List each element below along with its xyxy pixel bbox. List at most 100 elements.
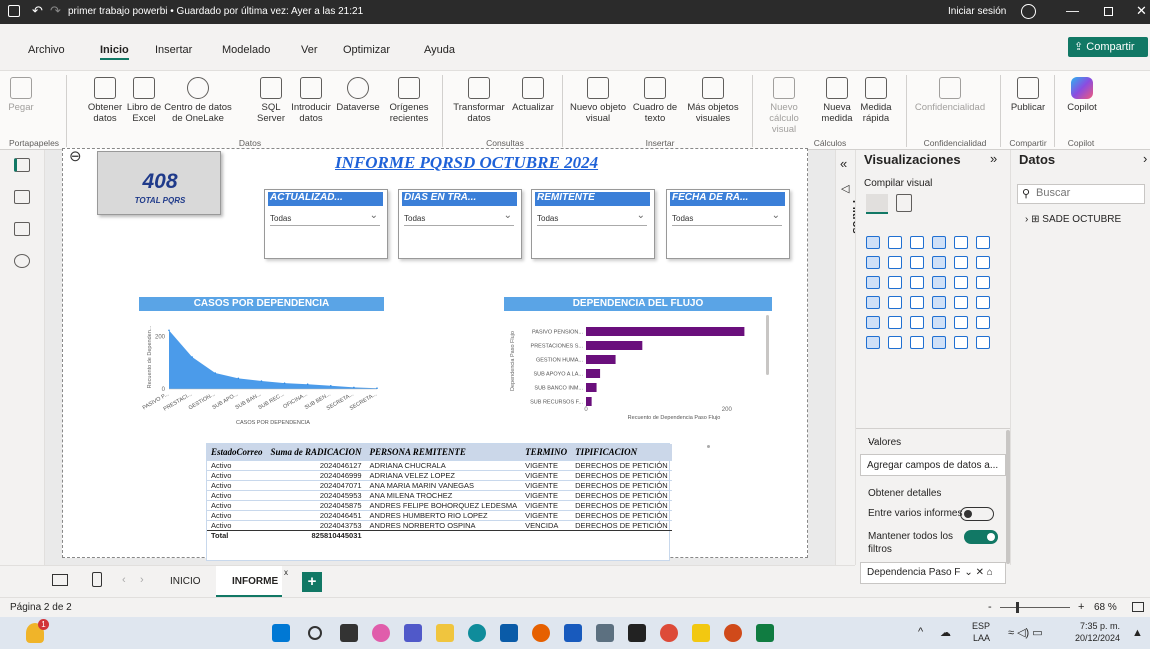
collapse-chevron-icon[interactable]: « [840,156,847,171]
qa-icon[interactable] [866,336,880,349]
slicer-dropdown[interactable]: Todas [537,210,647,226]
slicer-icon[interactable] [976,296,990,309]
table-row[interactable]: Activo 2024046451 ANDRES HUMBERTO RIO LOPE… [207,510,672,521]
table-row[interactable]: Activo 2024043753 ANDRES NORBERTO OSPINA VE… [207,520,672,531]
excel-button[interactable]: Libro de Excel [124,77,164,124]
model-view-icon[interactable] [14,222,30,236]
python-visual-icon[interactable] [932,316,946,329]
table-row[interactable]: Activo 2024045875 ANDRES FELIPE BOHORQUEZ … [207,500,672,511]
dataverse-button[interactable]: Dataverse [333,77,383,113]
copilot-button[interactable]: Copilot [1060,77,1104,113]
column-header[interactable]: TERMINO [521,444,572,461]
slicer-remitente[interactable]: REMITENTE Todas [531,189,655,259]
paste-button[interactable]: Pegar [6,77,36,113]
slicer-actualizado[interactable]: ACTUALIZAD... Todas [264,189,388,259]
keep-filters-toggle[interactable] [964,530,998,544]
restore-button[interactable] [1104,7,1113,16]
add-page-button[interactable]: + [302,572,322,592]
get-data-button[interactable]: Obtener datos [84,77,126,124]
tab-optimizar[interactable]: Optimizar [343,44,390,56]
minimize-button[interactable]: — [1066,3,1079,18]
sql-button[interactable]: SQL Server [256,77,286,124]
cross-report-toggle[interactable] [960,507,994,521]
collapse-chevron-icon[interactable]: › [1143,151,1147,166]
expand-chevron-icon[interactable]: » [990,151,997,166]
card-icon[interactable] [910,296,924,309]
gauge-icon[interactable] [888,296,902,309]
dax-query-icon[interactable] [14,254,30,268]
power-automate-icon[interactable] [976,336,990,349]
slicer-dropdown[interactable]: Todas [270,210,380,226]
more-visuals-button[interactable]: Más objetos visuales [682,77,744,124]
treemap-icon[interactable] [932,276,946,289]
tab-archivo[interactable]: Archivo [28,44,65,56]
total-card[interactable]: 408 TOTAL PQRS [97,151,221,215]
donut-icon[interactable] [910,276,924,289]
chevron-up-icon[interactable]: ^ [918,626,923,638]
zoom-slider-thumb[interactable] [1016,602,1019,613]
account-icon[interactable] [1021,4,1036,19]
zoom-slider-track[interactable] [1000,607,1070,608]
slicer-dias[interactable]: DIAS EN TRA... Todas [398,189,522,259]
chip-controls-icon[interactable]: ⌄ ✕ ⌂ [964,567,992,578]
key-influencers-icon[interactable] [954,316,968,329]
matrix-icon[interactable] [888,316,902,329]
enter-data-button[interactable]: Introducir datos [287,77,335,124]
powerbi-icon[interactable] [692,624,710,642]
sensitivity-button[interactable]: Confidencialidad [910,77,990,113]
area-icon[interactable] [888,256,902,269]
tab-insertar[interactable]: Insertar [155,44,192,56]
new-calc-button[interactable]: Nuevo cálculo visual [757,77,811,135]
language-primary[interactable]: ESP [972,621,990,631]
tab-ayuda[interactable]: Ayuda [424,44,455,56]
slicer-dropdown[interactable]: Todas [404,210,514,226]
notification-bell-icon[interactable]: ▲ [1132,627,1143,639]
power-apps-icon[interactable] [954,336,968,349]
format-visual-tab[interactable] [896,194,912,212]
line-icon[interactable] [866,256,880,269]
cases-by-dependency-chart[interactable]: CASOS POR DEPENDENCIA 200 0 PASIVO P... PRE… [139,297,384,432]
search-icon[interactable] [308,626,322,640]
table-tree-item[interactable]: › ⊞ SADE OCTUBRE [1025,214,1121,225]
word-icon[interactable] [564,624,582,642]
zoom-out-icon[interactable]: - [988,601,992,613]
tab-informe-page[interactable]: INFORME x [216,566,288,598]
table-view-icon[interactable] [14,190,30,204]
share-button[interactable]: ⇪ Compartir [1068,37,1148,57]
tab-inicio-page[interactable]: INICIO [170,576,201,587]
ribbon-icon[interactable] [932,256,946,269]
stacked-column-icon[interactable] [888,236,902,249]
column-header[interactable]: Suma de RADICACION [266,444,366,461]
column-header[interactable]: EstadoCorreo [207,444,267,461]
field-chip[interactable]: Dependencia Paso F ⌄ ✕ ⌂ [860,562,1006,584]
search-input[interactable] [1036,187,1136,199]
next-page-icon[interactable]: › [140,574,144,586]
textbox-button[interactable]: Cuadro de texto [630,77,680,124]
stacked-bar-icon[interactable] [866,236,880,249]
clustered-column-icon[interactable] [932,236,946,249]
waterfall-icon[interactable] [954,256,968,269]
100-bar-icon[interactable] [954,236,968,249]
recent-sources-button[interactable]: Orígenes recientes [384,77,434,124]
azure-map-icon[interactable] [866,296,880,309]
onedrive-icon[interactable]: ☁ [940,626,951,639]
kpi-icon[interactable] [954,296,968,309]
stacked-area-icon[interactable] [910,256,924,269]
narrative-icon[interactable] [888,336,902,349]
zoom-in-icon[interactable]: + [1078,601,1084,613]
redo-icon[interactable]: ↷ [50,3,61,19]
new-measure-button[interactable]: Nueva medida [818,77,856,124]
sign-in-link[interactable]: Iniciar sesión [948,6,1006,17]
build-visual-tab[interactable] [866,194,888,214]
publish-button[interactable]: Publicar [1006,77,1050,113]
terminal-icon[interactable] [628,624,646,642]
metrics-icon[interactable] [932,336,946,349]
teams-icon[interactable] [404,624,422,642]
table-row[interactable]: Activo 2024046127 ADRIANA CHUCRALA VIGENTE D… [207,460,672,471]
copilot-taskbar-icon[interactable] [372,624,390,642]
new-visual-button[interactable]: Nuevo objeto visual [568,77,628,124]
multirow-card-icon[interactable] [932,296,946,309]
data-search-box[interactable]: ⚲ [1017,184,1145,204]
tab-modelado[interactable]: Modelado [222,44,270,56]
column-header[interactable]: PERSONA REMITENTE [365,444,522,461]
